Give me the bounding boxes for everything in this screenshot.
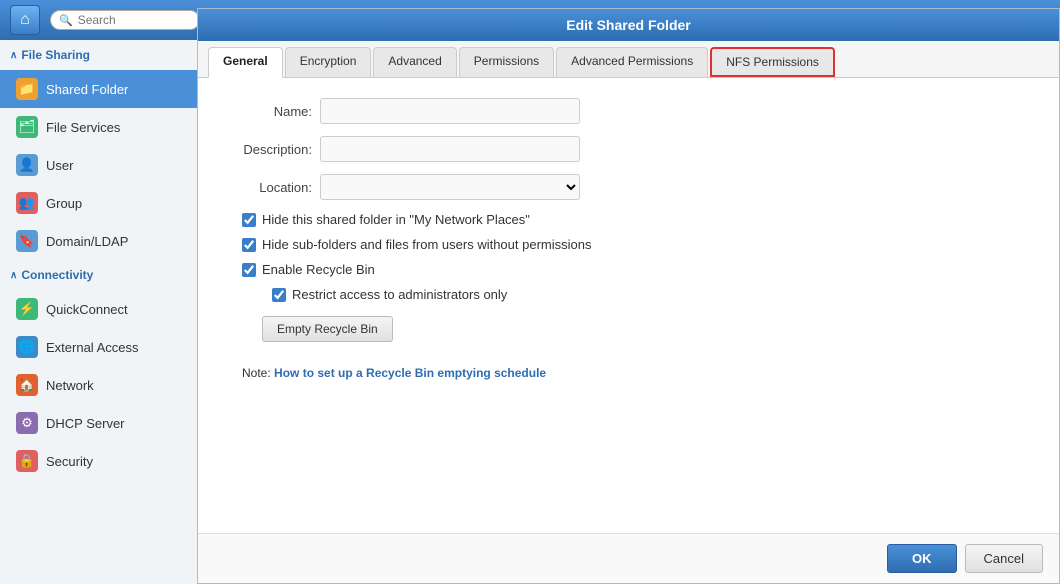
description-label: Description: [222,142,312,157]
sidebar-label-external-access: External Access [46,340,139,355]
search-icon: 🔍 [59,14,73,27]
empty-recycle-container: Empty Recycle Bin [222,312,1035,354]
sidebar-label-file-services: File Services [46,120,120,135]
dhcp-icon: ⚙ [16,412,38,434]
name-input[interactable] [320,98,580,124]
sidebar-item-security[interactable]: 🔒 Security [0,442,197,480]
sidebar-item-external-access[interactable]: 🌐 External Access [0,328,197,366]
chevron-icon-connectivity: ∧ [10,270,17,281]
file-sharing-label: File Sharing [21,48,90,62]
location-select[interactable] [320,174,580,200]
hide-network-places-checkbox[interactable] [242,213,256,227]
dialog-title: Edit Shared Folder [198,9,1059,41]
quickconnect-icon: ⚡ [16,298,38,320]
note-label: Note: [242,366,271,380]
tab-nfs-permissions[interactable]: NFS Permissions [710,47,835,77]
sidebar-label-domain: Domain/LDAP [46,234,128,249]
chevron-icon: ∧ [10,50,17,61]
external-access-icon: 🌐 [16,336,38,358]
tab-advanced-permissions[interactable]: Advanced Permissions [556,47,708,77]
dialog-tabs: General Encryption Advanced Permissions … [198,41,1059,78]
enable-recycle-bin-row: Enable Recycle Bin [222,262,1035,277]
hide-subfolders-checkbox[interactable] [242,238,256,252]
dialog-body: Name: Description: Location: Hide this s… [198,78,1059,533]
sidebar-label-security: Security [46,454,93,469]
hide-subfolders-label: Hide sub-folders and files from users wi… [262,237,591,252]
dialog-footer: OK Cancel [198,533,1059,583]
enable-recycle-bin-label: Enable Recycle Bin [262,262,375,277]
sidebar-label-shared-folder: Shared Folder [46,82,128,97]
note-row: Note: How to set up a Recycle Bin emptyi… [222,366,1035,380]
sidebar-label-group: Group [46,196,82,211]
connectivity-section-header[interactable]: ∧ Connectivity [0,260,197,290]
tab-encryption[interactable]: Encryption [285,47,372,77]
search-box[interactable]: 🔍 [50,10,200,30]
sidebar-item-shared-folder[interactable]: 📁 Shared Folder [0,70,197,108]
note-link[interactable]: How to set up a Recycle Bin emptying sch… [274,366,546,380]
empty-recycle-bin-button[interactable]: Empty Recycle Bin [262,316,393,342]
name-label: Name: [222,104,312,119]
tab-general[interactable]: General [208,47,283,78]
sidebar-item-group[interactable]: 👥 Group [0,184,197,222]
shared-folder-icon: 📁 [16,78,38,100]
edit-shared-folder-dialog: Edit Shared Folder General Encryption Ad… [197,8,1060,584]
tab-permissions[interactable]: Permissions [459,47,554,77]
security-icon: 🔒 [16,450,38,472]
domain-icon: 🔖 [16,230,38,252]
restrict-admin-label: Restrict access to administrators only [292,287,507,302]
sidebar-item-network[interactable]: 🏠 Network [0,366,197,404]
hide-network-places-row: Hide this shared folder in "My Network P… [222,212,1035,227]
file-services-icon: 🗂 [16,116,38,138]
ok-button[interactable]: OK [887,544,957,573]
restrict-admin-row: Restrict access to administrators only [222,287,1035,302]
sidebar-item-file-services[interactable]: 🗂 File Services [0,108,197,146]
connectivity-label: Connectivity [21,268,93,282]
enable-recycle-bin-checkbox[interactable] [242,263,256,277]
name-row: Name: [222,98,1035,124]
sidebar-label-quickconnect: QuickConnect [46,302,128,317]
hide-subfolders-row: Hide sub-folders and files from users wi… [222,237,1035,252]
sidebar: ∧ File Sharing 📁 Shared Folder 🗂 File Se… [0,40,198,584]
home-button[interactable]: ⌂ [10,5,40,35]
sidebar-item-domain-ldap[interactable]: 🔖 Domain/LDAP [0,222,197,260]
description-row: Description: [222,136,1035,162]
group-icon: 👥 [16,192,38,214]
location-label: Location: [222,180,312,195]
restrict-admin-checkbox[interactable] [272,288,286,302]
sidebar-label-dhcp: DHCP Server [46,416,125,431]
sidebar-label-network: Network [46,378,94,393]
sidebar-item-user[interactable]: 👤 User [0,146,197,184]
cancel-button[interactable]: Cancel [965,544,1043,573]
location-row: Location: [222,174,1035,200]
user-icon: 👤 [16,154,38,176]
network-icon: 🏠 [16,374,38,396]
hide-network-places-label: Hide this shared folder in "My Network P… [262,212,530,227]
tab-advanced[interactable]: Advanced [373,47,456,77]
search-input[interactable] [78,13,191,27]
file-sharing-section-header[interactable]: ∧ File Sharing [0,40,197,70]
description-input[interactable] [320,136,580,162]
sidebar-item-dhcp-server[interactable]: ⚙ DHCP Server [0,404,197,442]
sidebar-label-user: User [46,158,73,173]
sidebar-item-quickconnect[interactable]: ⚡ QuickConnect [0,290,197,328]
